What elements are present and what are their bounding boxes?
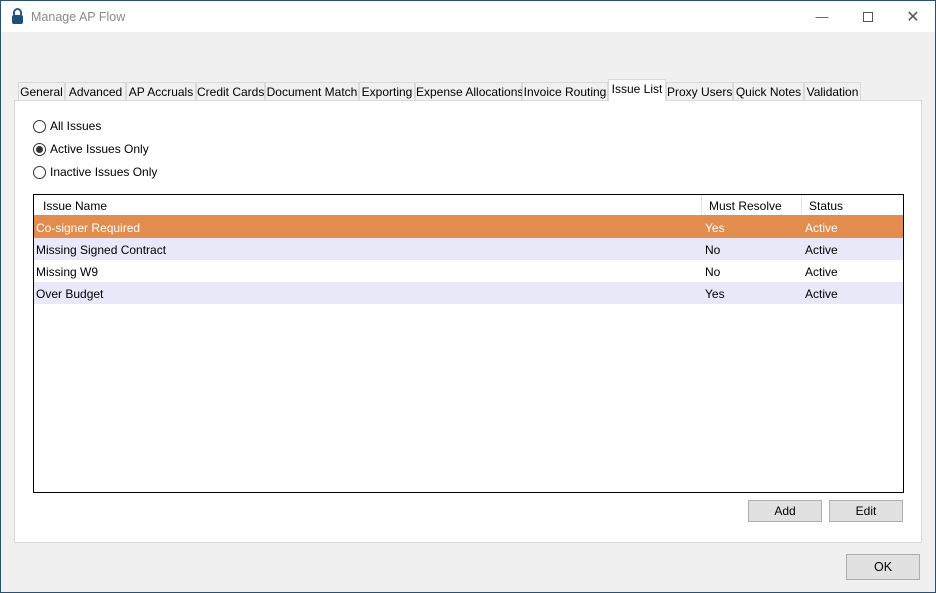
tab-ap-accruals[interactable]: AP Accruals — [126, 82, 196, 100]
cell-status: Active — [805, 221, 838, 235]
add-button[interactable]: Add — [748, 500, 822, 522]
cell-issue-name: Missing Signed Contract — [36, 243, 167, 257]
column-header-must-resolve[interactable]: Must Resolve — [702, 195, 802, 215]
cell-must-resolve: No — [705, 243, 721, 257]
radio-label: All Issues — [50, 119, 102, 133]
tab-advanced[interactable]: Advanced — [65, 82, 126, 100]
radio-circle-icon[interactable] — [33, 165, 46, 179]
tab-validation[interactable]: Validation — [804, 82, 861, 100]
radio-label: Active Issues Only — [50, 142, 149, 156]
column-header-issue-name[interactable]: Issue Name — [34, 195, 702, 215]
radio-label: Inactive Issues Only — [50, 165, 158, 179]
grid-header: Issue Name Must Resolve Status — [34, 195, 903, 216]
lock-icon — [12, 8, 23, 24]
table-row[interactable]: Missing Signed Contract No Active — [34, 238, 903, 260]
title-bar: Manage AP Flow — ✕ — [1, 1, 935, 32]
tab-expense-allocations[interactable]: Expense Allocations — [415, 82, 523, 100]
minimize-button[interactable]: — — [799, 1, 845, 32]
radio-circle-icon[interactable] — [33, 142, 46, 156]
column-header-status[interactable]: Status — [802, 195, 903, 215]
radio-circle-icon[interactable] — [33, 119, 46, 133]
tab-exporting[interactable]: Exporting — [359, 82, 415, 100]
radio-active-issues-only[interactable]: Active Issues Only — [33, 142, 149, 156]
radio-all-issues[interactable]: All Issues — [33, 119, 101, 133]
tab-invoice-routing[interactable]: Invoice Routing — [522, 82, 608, 100]
maximize-button[interactable] — [845, 1, 891, 32]
cell-issue-name: Co-signer Required — [36, 221, 141, 235]
radio-dot-icon — [36, 145, 43, 153]
cell-issue-name: Missing W9 — [36, 265, 99, 279]
cell-issue-name: Over Budget — [36, 287, 104, 301]
table-row[interactable]: Over Budget Yes Active — [34, 282, 903, 304]
close-button[interactable]: ✕ — [890, 1, 936, 32]
cell-status: Active — [805, 265, 838, 279]
tab-general[interactable]: General — [18, 82, 65, 100]
cell-status: Active — [805, 243, 838, 257]
cell-must-resolve: No — [705, 265, 721, 279]
tab-issue-list[interactable]: Issue List — [608, 79, 666, 101]
cell-must-resolve: Yes — [705, 221, 725, 235]
tab-quick-notes[interactable]: Quick Notes — [733, 82, 804, 100]
cell-status: Active — [805, 287, 838, 301]
issues-grid[interactable]: Issue Name Must Resolve Status Co-signer… — [33, 194, 904, 493]
ok-button[interactable]: OK — [846, 554, 920, 580]
edit-button[interactable]: Edit — [829, 500, 903, 522]
tab-credit-cards[interactable]: Credit Cards — [196, 82, 265, 100]
table-row[interactable]: Missing W9 No Active — [34, 260, 903, 282]
tab-proxy-users[interactable]: Proxy Users — [666, 82, 733, 100]
radio-inactive-issues-only[interactable]: Inactive Issues Only — [33, 165, 157, 179]
window-title: Manage AP Flow — [31, 10, 126, 24]
tab-document-match[interactable]: Document Match — [265, 82, 359, 100]
cell-must-resolve: Yes — [705, 287, 725, 301]
table-row[interactable]: Co-signer Required Yes Active — [34, 216, 903, 238]
